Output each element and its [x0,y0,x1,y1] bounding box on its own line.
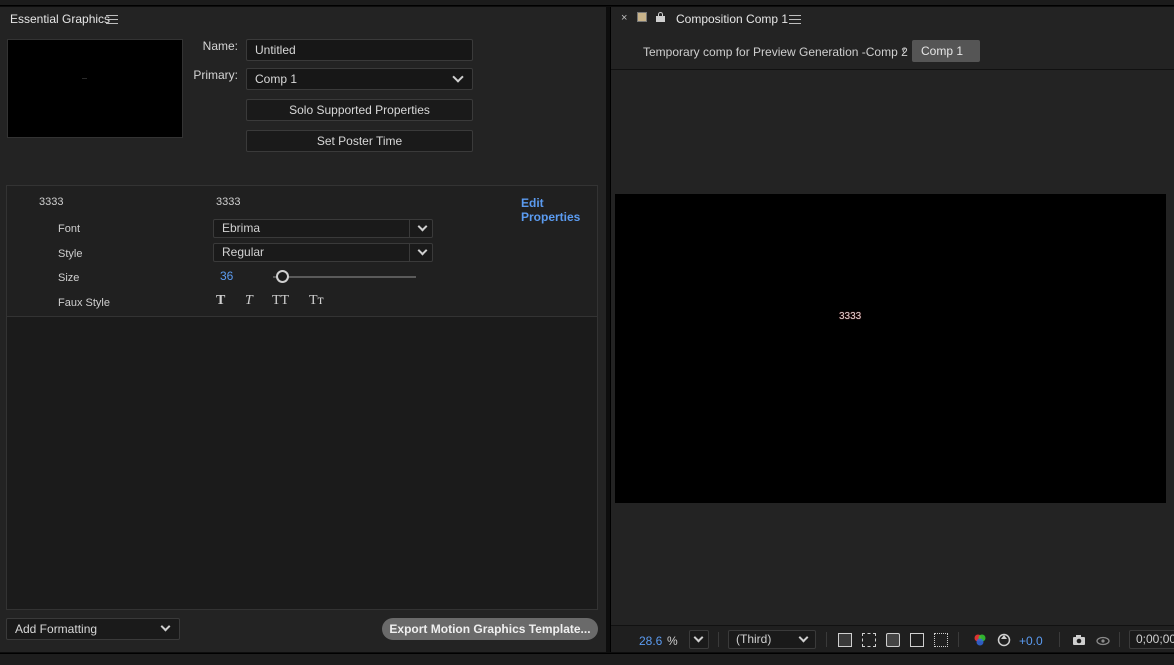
toolbar-divider [958,632,959,647]
chevron-down-icon [693,632,704,643]
font-label: Font [58,223,81,235]
add-formatting-label: Add Formatting [15,622,98,636]
layer-name: 3333 [39,196,64,208]
region-of-interest-icon[interactable] [886,633,900,647]
all-caps-icon[interactable]: TT [272,293,289,309]
primary-value: Comp 1 [255,72,298,86]
style-dropdown[interactable]: Regular [213,243,433,262]
style-label: Style [58,248,83,260]
style-value: Regular [222,245,265,259]
breadcrumb-current-comp[interactable]: Comp 1 [912,40,980,62]
font-value: Ebrima [222,221,261,235]
zoom-unit: % [667,634,678,648]
size-value[interactable]: 36 [220,269,233,283]
camera-snapshot-icon[interactable] [1072,633,1086,647]
properties-area: 3333 3333 Edit Properties Font Ebrima St… [6,185,598,610]
chevron-down-icon [417,221,428,232]
faux-style-label: Faux Style [58,297,110,309]
name-input[interactable]: Untitled [246,39,473,61]
poster-thumbnail [7,39,183,138]
viewer-toolbar: 28.6 % (Third) +0.0 0;00;00; [611,625,1174,652]
guides-icon[interactable] [934,633,948,647]
resolution-dropdown[interactable]: (Third) [728,630,816,649]
close-icon[interactable]: × [621,12,627,24]
size-label: Size [58,272,80,284]
name-label: Name: [202,39,238,53]
viewer-text-layer[interactable]: 3333 [839,311,861,322]
toolbar-divider [1119,632,1120,647]
breadcrumb: Temporary comp for Preview Generation -C… [611,37,1174,70]
panel-title[interactable]: Essential Graphics [10,12,110,26]
mask-visibility-icon[interactable] [910,633,924,647]
current-time-display[interactable]: 0;00;00;00 [1129,630,1174,649]
small-caps-icon[interactable]: Tт [309,293,324,309]
font-dropdown[interactable]: Ebrima [213,219,433,238]
composition-tab[interactable]: × Composition Comp 1 [611,7,1174,31]
chevron-down-icon [160,621,171,632]
composition-title[interactable]: Composition Comp 1 [676,12,788,26]
export-motion-graphics-template-button[interactable]: Export Motion Graphics Template... [382,618,598,640]
toolbar-divider [826,632,827,647]
composition-viewer[interactable]: 3333 [615,194,1166,503]
primary-dropdown[interactable]: Comp 1 [246,68,473,90]
transparency-grid-icon[interactable] [862,633,876,647]
breadcrumb-parent-comp[interactable]: Temporary comp for Preview Generation -C… [643,45,908,59]
faux-italic-icon[interactable]: T [245,293,253,309]
zoom-value[interactable]: 28.6 [639,634,662,648]
edit-properties-link[interactable]: Edit Properties [521,196,597,224]
chevron-down-icon [417,245,428,256]
properties-group: 3333 3333 Edit Properties Font Ebrima St… [7,186,597,317]
solo-supported-properties-button[interactable]: Solo Supported Properties [246,99,473,121]
chevron-left-icon: ‹ [902,45,906,57]
show-snapshot-icon[interactable] [1096,633,1110,647]
toolbar-divider [1059,632,1060,647]
size-slider-knob[interactable] [276,270,289,283]
composition-panel: × Composition Comp 1 Temporary comp for … [610,7,1174,652]
color-channels-icon[interactable] [973,633,987,647]
primary-label: Primary: [193,68,238,82]
exposure-value[interactable]: +0.0 [1019,634,1043,648]
layer-source-text[interactable]: 3333 [216,196,240,208]
add-formatting-dropdown[interactable]: Add Formatting [6,618,180,640]
chevron-down-icon [452,71,464,83]
magnification-dropdown[interactable] [689,630,709,649]
chevron-down-icon [798,632,809,643]
faux-bold-icon[interactable]: T [216,293,225,309]
reset-exposure-icon[interactable] [997,633,1011,647]
resolution-value: (Third) [736,632,772,646]
set-poster-time-button[interactable]: Set Poster Time [246,130,473,152]
fast-previews-icon[interactable] [838,633,852,647]
essential-graphics-panel: Essential Graphics Name: Untitled Primar… [0,7,606,652]
toolbar-divider [718,632,719,647]
top-strip [0,0,1174,6]
lock-icon[interactable] [656,12,665,22]
panel-header: Essential Graphics [0,7,606,31]
bottom-strip [0,653,1174,665]
panel-menu-icon[interactable] [106,15,118,25]
comp-color-swatch[interactable] [637,12,647,22]
size-slider-track[interactable] [273,276,416,278]
panel-menu-icon[interactable] [789,15,801,25]
